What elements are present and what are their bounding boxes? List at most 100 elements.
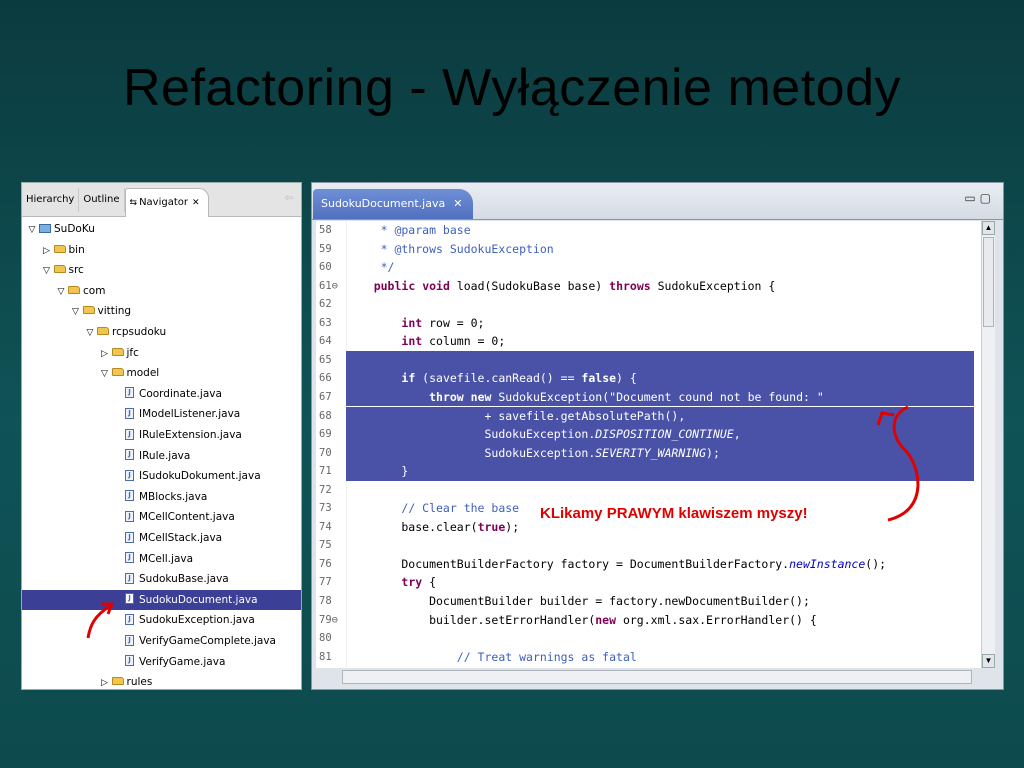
code-line[interactable] xyxy=(346,350,974,370)
folder-icon xyxy=(111,677,124,686)
line-number: 77 xyxy=(319,576,332,589)
view-tab-bar: Hierarchy Outline ⇆ Navigator ✕ ⇦ xyxy=(22,183,301,217)
expand-right-icon[interactable]: ▷ xyxy=(99,344,111,364)
code-line[interactable]: * @throws SudokuException xyxy=(346,240,974,259)
tree-item[interactable]: ▷ bin xyxy=(22,240,301,260)
code-line[interactable]: */ xyxy=(346,258,974,277)
tree-item-label: rules xyxy=(126,676,153,689)
line-number: 75 xyxy=(319,539,332,552)
tab-navigator[interactable]: ⇆ Navigator ✕ xyxy=(124,188,209,217)
code-line[interactable] xyxy=(346,536,974,555)
folder-icon xyxy=(111,368,124,377)
code-line[interactable]: DocumentBuilder builder = factory.newDoc… xyxy=(346,592,974,611)
code-line[interactable]: builder.setErrorHandler(new org.xml.sax.… xyxy=(346,611,974,630)
tree-item[interactable]: J SudokuBase.java xyxy=(22,569,301,589)
code-line[interactable] xyxy=(346,629,974,648)
tree-item[interactable]: J VerifyGame.java xyxy=(22,652,301,672)
tree-item[interactable]: ▽ com xyxy=(22,281,301,301)
line-number: 80 xyxy=(319,632,332,645)
code-line[interactable]: try { xyxy=(346,573,974,592)
expand-right-icon[interactable]: ▷ xyxy=(99,673,111,693)
tree-item-label: SudokuDocument.java xyxy=(139,593,258,606)
tree-item[interactable]: J IRuleExtension.java xyxy=(22,425,301,445)
tree-item-label: vitting xyxy=(97,305,132,318)
folder-icon xyxy=(68,285,80,294)
line-number: 62 xyxy=(319,298,332,311)
tree-item[interactable]: J SudokuException.java xyxy=(22,610,301,630)
expand-down-icon[interactable]: ▽ xyxy=(70,302,82,322)
tree-item[interactable]: J MCellContent.java xyxy=(22,507,301,527)
tree-item[interactable]: J ISudokuDokument.java xyxy=(22,466,301,486)
tab-outline-label: Outline xyxy=(83,194,120,205)
code-line[interactable]: // Treat warnings as fatal xyxy=(346,648,974,667)
tree-item-label: bin xyxy=(68,243,85,256)
tree-item[interactable]: J Coordinate.java xyxy=(22,384,301,404)
expand-down-icon[interactable]: ▽ xyxy=(99,364,111,384)
code-line[interactable]: if (savefile.canRead() == false) { xyxy=(346,369,974,388)
code-line[interactable]: * @param base xyxy=(346,221,974,240)
folder-icon xyxy=(53,265,66,274)
tree-item[interactable]: J IModelListener.java xyxy=(22,404,301,424)
code-line[interactable]: int column = 0; xyxy=(346,332,974,351)
folder-icon xyxy=(82,306,95,315)
minimize-maximize-icon[interactable]: ▭▢ xyxy=(964,191,995,205)
red-arrow-annotation xyxy=(86,602,115,639)
java-file-icon: J xyxy=(125,490,134,502)
view-menu-icon[interactable]: ⇦ xyxy=(285,193,293,204)
line-number: 71 xyxy=(319,465,332,478)
code-line[interactable]: DocumentBuilderFactory factory = Documen… xyxy=(346,555,974,574)
tree-item[interactable]: J MCellStack.java xyxy=(22,528,301,548)
tree-item[interactable]: J MCell.java xyxy=(22,549,301,569)
project-icon xyxy=(39,223,51,233)
annotation-text: KLikamy PRAWYM klawiszem myszy! xyxy=(538,505,810,522)
expand-down-icon[interactable]: ▽ xyxy=(55,282,67,302)
tree-item-label: MCellContent.java xyxy=(139,511,235,524)
line-number: 74 xyxy=(319,520,332,533)
expand-down-icon[interactable]: ▽ xyxy=(84,323,96,343)
code-line[interactable]: int row = 0; xyxy=(346,314,974,333)
scroll-thumb[interactable] xyxy=(983,237,994,327)
java-file-icon: J xyxy=(125,428,134,440)
line-number: 78 xyxy=(319,595,332,607)
horizontal-scrollbar[interactable] xyxy=(342,670,972,684)
tree-item[interactable]: ▽ rcpsudoku xyxy=(22,322,301,342)
tree-item[interactable]: ▽ model xyxy=(22,363,301,383)
expand-down-icon[interactable]: ▽ xyxy=(26,220,38,240)
tree-item-label: SudokuBase.java xyxy=(139,573,229,586)
tree-item[interactable]: J SudokuDocument.java xyxy=(22,589,301,610)
tree-item-label: VerifyGame.java xyxy=(139,655,226,668)
tree-item[interactable]: ▽ SuDoKu xyxy=(22,219,301,239)
java-file-icon: J xyxy=(125,655,134,667)
tab-hierarchy[interactable]: Hierarchy xyxy=(22,188,80,212)
scroll-up-icon[interactable]: ▲ xyxy=(982,221,995,235)
close-icon[interactable]: ✕ xyxy=(453,197,462,210)
tree-item-label: rcpsudoku xyxy=(112,326,167,338)
close-icon[interactable]: ✕ xyxy=(192,198,200,208)
tree-item[interactable]: ▽ vitting xyxy=(22,301,301,321)
java-file-icon: J xyxy=(125,407,134,419)
scroll-down-icon[interactable]: ▼ xyxy=(982,654,995,668)
tree-item[interactable]: J IRule.java xyxy=(22,446,301,466)
line-number: 58 xyxy=(319,224,332,236)
code-line[interactable] xyxy=(346,295,974,314)
vertical-scrollbar[interactable]: ▲ ▼ xyxy=(981,221,995,668)
tab-outline[interactable]: Outline xyxy=(79,188,125,212)
tree-item[interactable]: J MBlocks.java xyxy=(22,487,301,507)
java-file-icon: J xyxy=(125,634,134,646)
tree-item[interactable]: ▽ src xyxy=(22,260,301,280)
code-line[interactable]: public void load(SudokuBase base) throws… xyxy=(346,277,974,296)
tree-item-label: ISudokuDokument.java xyxy=(139,470,261,483)
tree-item[interactable]: J VerifyGameComplete.java xyxy=(22,631,301,651)
java-file-icon: J xyxy=(125,613,134,625)
expand-down-icon[interactable]: ▽ xyxy=(41,261,53,281)
java-file-icon: J xyxy=(125,531,134,543)
tree-item[interactable]: ▷ jfc xyxy=(22,343,301,363)
editor-tab-sudokudocument[interactable]: SudokuDocument.java ✕ xyxy=(313,189,473,219)
line-number: 65 xyxy=(319,353,332,366)
navigator-panel: Hierarchy Outline ⇆ Navigator ✕ ⇦ ▽ SuDoKu ▷… xyxy=(21,182,302,690)
expand-right-icon[interactable]: ▷ xyxy=(41,241,53,261)
tree-item[interactable]: ▷ rules xyxy=(22,672,301,692)
java-file-icon: J xyxy=(125,572,134,584)
line-number: 72 xyxy=(319,483,332,496)
red-curve-arrow-annotation xyxy=(876,405,920,522)
